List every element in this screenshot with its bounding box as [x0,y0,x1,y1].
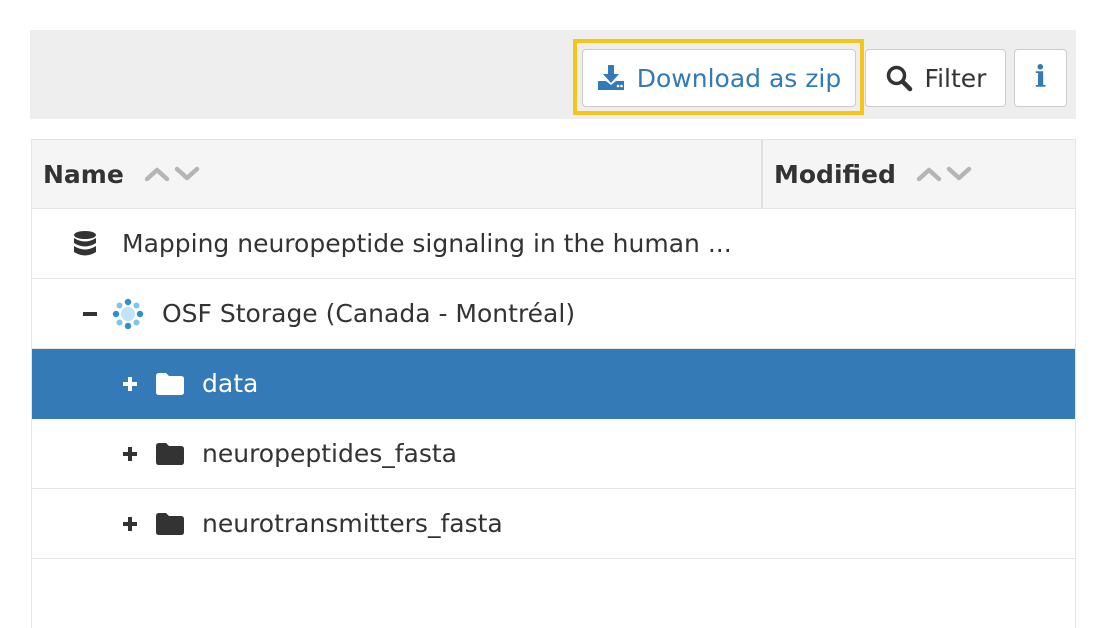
sort-descending-icon[interactable] [946,166,972,182]
download-icon [597,65,625,91]
column-title-modified: Modified [774,159,896,189]
tree-row-label: data [202,369,259,398]
tree-row-folder-data[interactable]: data [32,349,1075,419]
grid-header: Name Modified [32,140,1075,209]
folder-icon [156,512,184,535]
search-icon [885,64,913,92]
storage-provider-icon [112,298,144,330]
toolbar: Download as zip Filter i [30,30,1076,119]
tree-row-label: neurotransmitters_fasta [202,509,503,538]
file-tree-grid: Name Modified Mapping neuropeptide signa… [31,139,1076,628]
column-header-modified: Modified [763,140,1076,208]
tree-row-project[interactable]: Mapping neuropeptide signaling in the hu… [32,209,1075,279]
expand-icon[interactable] [120,374,140,394]
column-header-name: Name [32,140,763,208]
folder-icon [156,372,184,395]
tree-row-label: neuropeptides_fasta [202,439,458,468]
tree-row-storage[interactable]: OSF Storage (Canada - Montréal) [32,279,1075,349]
folder-icon [156,442,184,465]
info-icon: i [1034,60,1047,95]
filter-label: Filter [924,63,987,93]
download-as-zip-label: Download as zip [636,63,842,93]
download-as-zip-button[interactable]: Download as zip [582,49,856,107]
expand-icon[interactable] [120,514,140,534]
tree-row-folder-neurotransmitters[interactable]: neurotransmitters_fasta [32,489,1075,559]
database-icon [72,230,98,258]
tree-row-label: Mapping neuropeptide signaling in the hu… [122,229,732,258]
collapse-icon[interactable] [80,304,100,324]
column-title-name: Name [43,159,124,189]
tree-row-folder-neuropeptides[interactable]: neuropeptides_fasta [32,419,1075,489]
tree-row-label: OSF Storage (Canada - Montréal) [162,299,576,328]
info-button[interactable]: i [1014,49,1067,107]
filter-button[interactable]: Filter [865,49,1006,107]
sort-ascending-icon[interactable] [916,166,942,182]
expand-icon[interactable] [120,444,140,464]
sort-ascending-icon[interactable] [144,166,170,182]
sort-descending-icon[interactable] [174,166,200,182]
